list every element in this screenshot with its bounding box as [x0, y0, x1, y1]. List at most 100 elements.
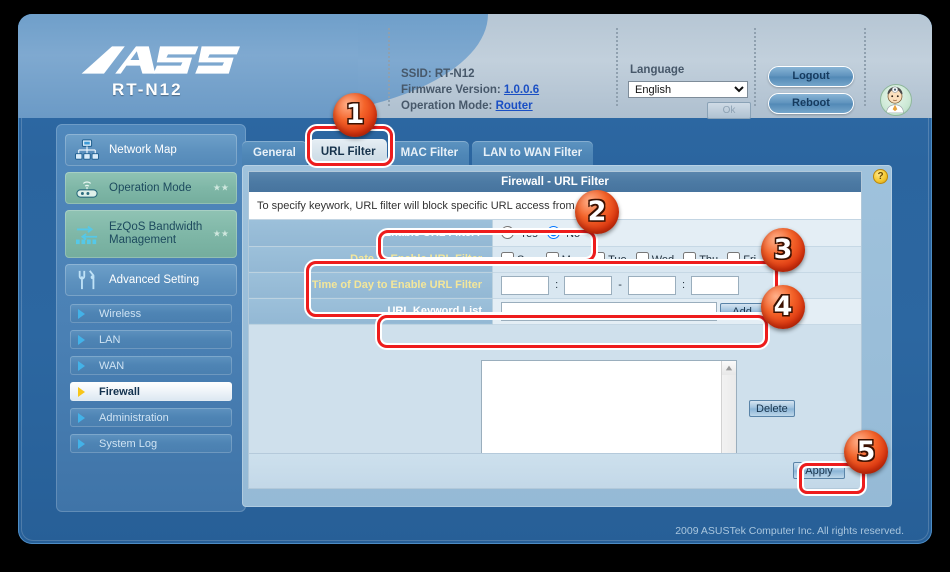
day-label-tue: Tue: [608, 254, 627, 266]
apply-button[interactable]: Apply: [793, 462, 845, 479]
day-label-wed: Wed: [651, 254, 675, 266]
time-start-hour-input[interactable]: [501, 275, 549, 295]
sidebar-item-administration[interactable]: Administration: [70, 408, 232, 427]
annotation-badge-3: 3: [761, 228, 805, 272]
sidebar-item-network-map[interactable]: Network Map: [65, 134, 237, 166]
operation-mode-link[interactable]: Router: [496, 100, 533, 112]
copyright-footer: 2009 ASUSTek Computer Inc. All rights re…: [675, 525, 904, 537]
day-checkbox-thu-wrapper[interactable]: Thu: [683, 252, 718, 266]
language-select[interactable]: English: [628, 81, 748, 98]
day-checkbox-tue-wrapper[interactable]: Tue: [592, 252, 627, 266]
time-of-day-value: : - :: [492, 272, 861, 299]
annotation-badge-4: 4: [761, 285, 805, 329]
chevron-right-icon-firewall: [78, 386, 92, 397]
day-checkbox-wed[interactable]: [635, 252, 649, 265]
tab-general[interactable]: General: [242, 141, 307, 166]
time-start-minute-input[interactable]: [564, 275, 613, 295]
apply-bar: Apply: [249, 453, 861, 488]
time-range-dash: -: [618, 278, 622, 291]
tab-lan-to-wan-filter[interactable]: LAN to WAN Filter: [472, 141, 594, 166]
sidebar-item-wan[interactable]: WAN: [70, 356, 232, 375]
day-checkbox-fri-wrapper[interactable]: Fri: [727, 252, 756, 266]
firmware-version-link[interactable]: 1.0.0.6: [504, 84, 539, 96]
sidebar-item-ezqos[interactable]: EzQoS Bandwidth Management ★★: [65, 210, 237, 258]
ssid-row: SSID: RT-N12: [401, 66, 539, 82]
header-divider-2: [616, 28, 618, 106]
date-to-enable-label[interactable]: Date to Enable URL Filter: [249, 246, 493, 273]
sidebar-label-administration: Administration: [99, 411, 169, 424]
settings-panel-inner: Firewall - URL Filter To specify keywork…: [248, 171, 862, 489]
sidebar-label-lan: LAN: [99, 333, 121, 346]
sidebar-label-operation-mode: Operation Mode: [109, 181, 192, 194]
day-checkbox-sun-wrapper[interactable]: Sun: [501, 252, 537, 266]
bandwidth-icon: [73, 221, 101, 247]
sidebar-item-wireless[interactable]: Wireless: [70, 304, 232, 323]
chevron-right-icon-wireless: [78, 308, 92, 319]
sidebar-item-advanced-setting[interactable]: Advanced Setting: [65, 264, 237, 296]
sidebar-label-firewall: Firewall: [99, 385, 140, 398]
help-icon[interactable]: ?: [873, 169, 888, 184]
day-checkbox-mon[interactable]: [545, 252, 559, 265]
language-ok-button[interactable]: Ok: [707, 102, 751, 119]
day-label-thu: Thu: [699, 254, 719, 266]
reboot-button[interactable]: Reboot: [768, 93, 854, 114]
radio-yes-wrapper[interactable]: Yes: [501, 225, 541, 240]
sidebar-item-lan[interactable]: LAN: [70, 330, 232, 349]
enable-url-filter-label: Enable URL Filter?: [249, 220, 493, 247]
scroll-up-arrow-icon[interactable]: [722, 361, 736, 375]
url-keyword-input[interactable]: [501, 301, 717, 321]
time-end-minute-input[interactable]: [691, 275, 740, 295]
page-body: Network Map Operation Mode ★★ EzQoS Band…: [18, 118, 932, 544]
tab-mac-filter[interactable]: MAC Filter: [389, 141, 470, 166]
day-checkbox-fri[interactable]: [727, 252, 741, 265]
day-checkbox-sun[interactable]: [501, 252, 514, 265]
router-model-label: RT-N12: [112, 80, 183, 99]
add-keyword-button[interactable]: Add: [720, 302, 765, 320]
sidebar-label-advanced-setting: Advanced Setting: [109, 273, 200, 286]
day-checkbox-mon-wrapper[interactable]: Mon: [545, 252, 584, 266]
tab-url-filter[interactable]: URL Filter: [309, 139, 387, 166]
chevron-right-icon-administration: [78, 412, 92, 423]
day-label-sun: Sun: [517, 254, 537, 266]
sidebar-item-firewall[interactable]: Firewall: [70, 382, 232, 401]
asus-mascot-avatar-icon: [880, 84, 912, 116]
operation-mode-label: Operation Mode:: [401, 100, 493, 112]
sidebar-item-system-log[interactable]: System Log: [70, 434, 232, 453]
time-end-hour-input[interactable]: [627, 275, 676, 295]
page-header: RT-N12 SSID: RT-N12 Firmware Version: 1.…: [18, 14, 932, 119]
enable-no-label: No: [566, 227, 581, 240]
logout-button[interactable]: Logout: [768, 66, 854, 87]
day-checkbox-thu[interactable]: [683, 252, 697, 265]
settings-panel: ? Firewall - URL Filter To specify keywo…: [242, 165, 892, 507]
annotation-badge-1: 1: [333, 93, 377, 137]
sidebar-label-network-map: Network Map: [109, 143, 177, 156]
sidebar-stars-ezqos: ★★: [212, 228, 229, 239]
panel-description: To specify keywork, URL filter will bloc…: [249, 192, 861, 220]
tools-icon: [73, 267, 101, 293]
filter-tabs: General URL Filter MAC Filter LAN to WAN…: [242, 138, 596, 166]
day-label-mon: Mon: [561, 254, 584, 266]
router-signal-icon: [73, 175, 101, 201]
enable-url-filter-radio-yes[interactable]: [501, 225, 514, 239]
screenshot-root: RT-N12 SSID: RT-N12 Firmware Version: 1.…: [0, 0, 950, 572]
language-label: Language: [630, 64, 685, 76]
page-title: Firewall - URL Filter: [249, 172, 861, 192]
url-keyword-list-value: Add: [492, 298, 861, 325]
header-divider-3: [754, 28, 756, 106]
date-to-enable-value: Sun Mon Tue Wed Thu Fri: [492, 246, 861, 273]
ssid-label: SSID:: [401, 68, 432, 80]
enable-url-filter-radio-no[interactable]: [547, 225, 560, 239]
day-checkbox-wed-wrapper[interactable]: Wed: [635, 252, 675, 266]
enable-yes-label: Yes: [519, 227, 538, 240]
header-divider-1: [388, 28, 390, 106]
network-map-icon: [73, 137, 101, 163]
annotation-badge-2: 2: [575, 190, 619, 234]
chevron-right-icon-wan: [78, 360, 92, 371]
sidebar-item-operation-mode[interactable]: Operation Mode ★★: [65, 172, 237, 204]
sidebar-label-wireless: Wireless: [99, 307, 142, 320]
sidebar-stars-operation-mode: ★★: [212, 182, 229, 193]
firmware-row: Firmware Version: 1.0.0.6: [401, 82, 539, 98]
radio-no-wrapper[interactable]: No: [547, 225, 581, 240]
delete-keyword-button[interactable]: Delete: [749, 400, 795, 417]
day-checkbox-tue[interactable]: [592, 252, 606, 265]
